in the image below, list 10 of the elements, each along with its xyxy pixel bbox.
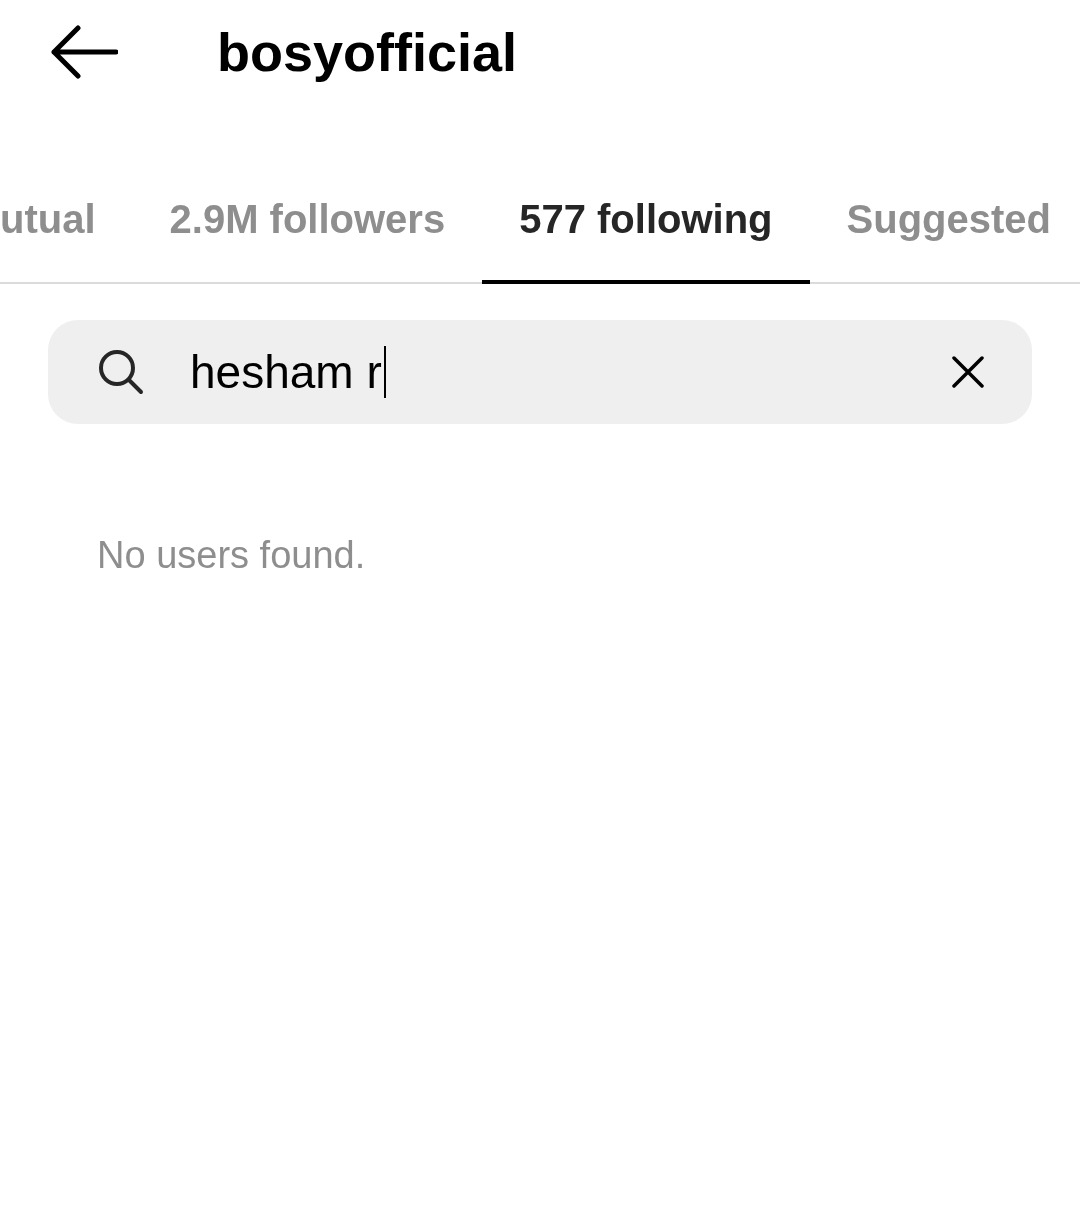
empty-message: No users found.: [97, 534, 367, 577]
search-icon: [98, 349, 144, 395]
profile-title: bosyofficial: [217, 21, 518, 83]
close-icon[interactable]: [952, 356, 984, 388]
tab[interactable]: Suggested: [809, 104, 1080, 284]
tab[interactable]: 2.9M followers: [132, 104, 483, 284]
back-arrow-icon[interactable]: [50, 24, 118, 80]
tab[interactable]: utual: [0, 104, 133, 284]
tab[interactable]: 577 following: [482, 104, 810, 284]
search-field[interactable]: hesham r: [48, 320, 1032, 424]
